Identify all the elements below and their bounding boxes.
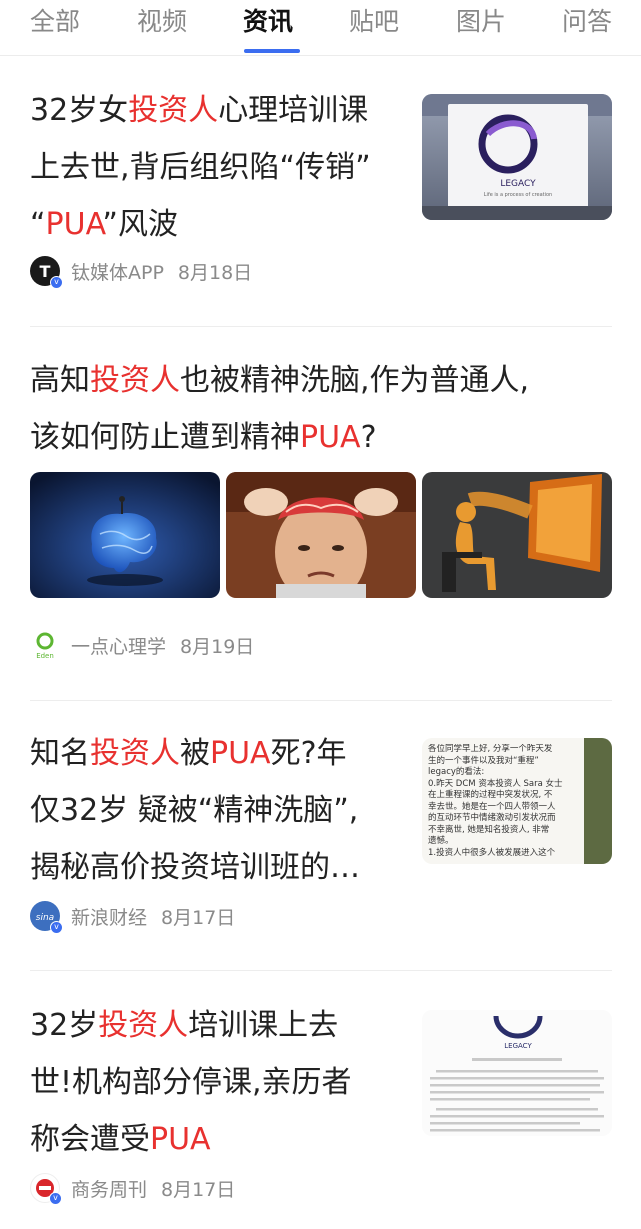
active-tab-indicator [244, 49, 300, 53]
article-meta: sina v 新浪财经 8月17日 [30, 901, 236, 934]
divider [30, 700, 612, 701]
publish-date: 8月18日 [177, 261, 253, 284]
source-name[interactable]: 一点心理学 [71, 632, 166, 659]
svg-text:LEGACY: LEGACY [500, 179, 536, 189]
category-tabs: 全部 视频 资讯 贴吧 图片 问答 [0, 0, 641, 56]
silhouette-image-thumbnail[interactable] [422, 472, 612, 598]
publish-date: 8月17日 [161, 1178, 236, 1201]
tab-images[interactable]: 图片 [456, 4, 506, 40]
article-thumbnail[interactable]: LEGACY Life is a process of creation [422, 94, 612, 220]
article-title[interactable]: 知名投资人被PUA死?年 仅32岁 疑被“精神洗脑”, 揭秘高价投资培训班的… [30, 725, 360, 896]
thumbnail-edge [584, 738, 612, 864]
business-weekly-logo-icon: v [30, 1173, 62, 1205]
verified-icon: v [50, 921, 63, 934]
divider [30, 970, 612, 971]
thumbnail-text: 各位同学早上好, 分享一个昨天发 生的一个事件以及我对“重程” legacy的看… [428, 744, 563, 858]
publish-date: 8月17日 [161, 906, 236, 929]
tab-news[interactable]: 资讯 [243, 4, 293, 40]
brain-image-thumbnail[interactable] [30, 472, 220, 598]
legacy-document-thumbnail[interactable]: LEGACY [422, 1010, 612, 1136]
tab-all[interactable]: 全部 [30, 4, 80, 40]
article-meta: T v 钛媒体APP 8月18日 [30, 256, 253, 289]
document-screenshot-thumbnail[interactable]: 各位同学早上好, 分享一个昨天发 生的一个事件以及我对“重程” legacy的看… [422, 738, 612, 864]
tab-qa[interactable]: 问答 [562, 4, 612, 40]
article-title[interactable]: 高知投资人也被精神洗脑,作为普通人, 该如何防止遭到精神PUA? [30, 352, 529, 466]
brainwash-image-thumbnail[interactable] [226, 472, 416, 598]
eden-logo-icon: Eden [30, 630, 60, 660]
verified-icon: v [49, 1192, 62, 1205]
svg-text:LEGACY: LEGACY [504, 1042, 532, 1050]
svg-text:T: T [40, 262, 51, 281]
tab-tieba[interactable]: 贴吧 [349, 4, 399, 40]
source-name[interactable]: 钛媒体APP [71, 258, 164, 285]
divider [30, 326, 612, 327]
article-meta: v 商务周刊 8月17日 [30, 1173, 236, 1205]
sina-logo-icon: sina v [30, 901, 63, 934]
source-name[interactable]: 新浪财经 [71, 903, 147, 930]
svg-text:Life is a process of creation: Life is a process of creation [484, 192, 552, 198]
tab-video[interactable]: 视频 [137, 4, 187, 40]
article-meta: Eden 一点心理学 8月19日 [30, 630, 254, 660]
article-title[interactable]: 32岁女投资人心理培训课 上去世,背后组织陷“传销” “PUA”风波 [30, 82, 371, 253]
source-name[interactable]: 商务周刊 [71, 1175, 147, 1202]
tmtpost-logo-icon: T v [30, 256, 63, 289]
publish-date: 8月19日 [180, 635, 255, 658]
svg-text:Eden: Eden [36, 652, 54, 660]
verified-icon: v [50, 276, 63, 289]
article-title[interactable]: 32岁投资人培训课上去 世!机构部分停课,亲历者 称会遭受PUA [30, 997, 352, 1168]
